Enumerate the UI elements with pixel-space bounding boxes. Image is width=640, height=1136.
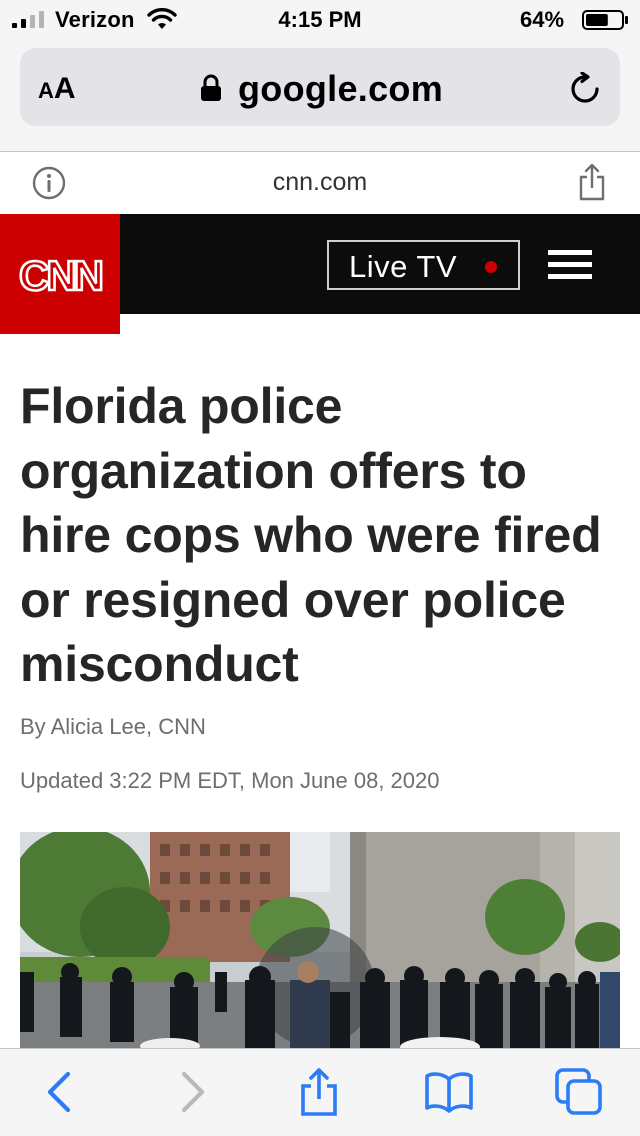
live-indicator-dot	[485, 261, 497, 273]
safari-bottom-toolbar	[0, 1048, 640, 1136]
url-text[interactable]: google.com	[238, 68, 443, 110]
back-icon[interactable]	[36, 1067, 86, 1117]
safari-top-bar: AA google.com	[0, 40, 640, 152]
lock-icon	[201, 74, 221, 101]
tabs-icon[interactable]	[554, 1067, 604, 1117]
site-domain-bar: cnn.com	[0, 152, 640, 214]
cnn-header: CNN Live TV	[0, 214, 640, 334]
hamburger-menu-icon[interactable]	[548, 250, 592, 280]
share-icon[interactable]	[578, 162, 606, 202]
text-size-large-a: A	[53, 72, 76, 105]
site-domain: cnn.com	[272, 168, 368, 196]
address-bar[interactable]: AA google.com	[20, 48, 620, 126]
text-size-small-a: A	[38, 78, 54, 103]
police-line-photo	[20, 832, 620, 1048]
text-size-button[interactable]: AA	[38, 72, 76, 106]
share-icon[interactable]	[294, 1067, 344, 1117]
battery-icon	[582, 10, 628, 30]
bookmarks-icon[interactable]	[424, 1067, 474, 1117]
cnn-logo-text: CNN	[19, 252, 102, 298]
battery-percentage: 64%	[520, 7, 565, 32]
article-headline: Florida police organization offers to hi…	[20, 378, 602, 692]
article-photo[interactable]	[20, 832, 620, 1048]
live-tv-button[interactable]: Live TV	[327, 240, 520, 290]
status-bar: Verizon 4:15 PM 64%	[0, 0, 640, 40]
article-byline: By Alicia Lee, CNN	[20, 714, 206, 739]
cnn-logo-mark: CNN	[18, 252, 106, 298]
live-tv-label: Live TV	[349, 249, 458, 284]
forward-icon[interactable]	[166, 1067, 216, 1117]
reload-icon[interactable]	[568, 72, 602, 106]
article-timestamp: Updated 3:22 PM EDT, Mon June 08, 2020	[20, 768, 440, 793]
cnn-logo[interactable]: CNN	[0, 214, 120, 334]
